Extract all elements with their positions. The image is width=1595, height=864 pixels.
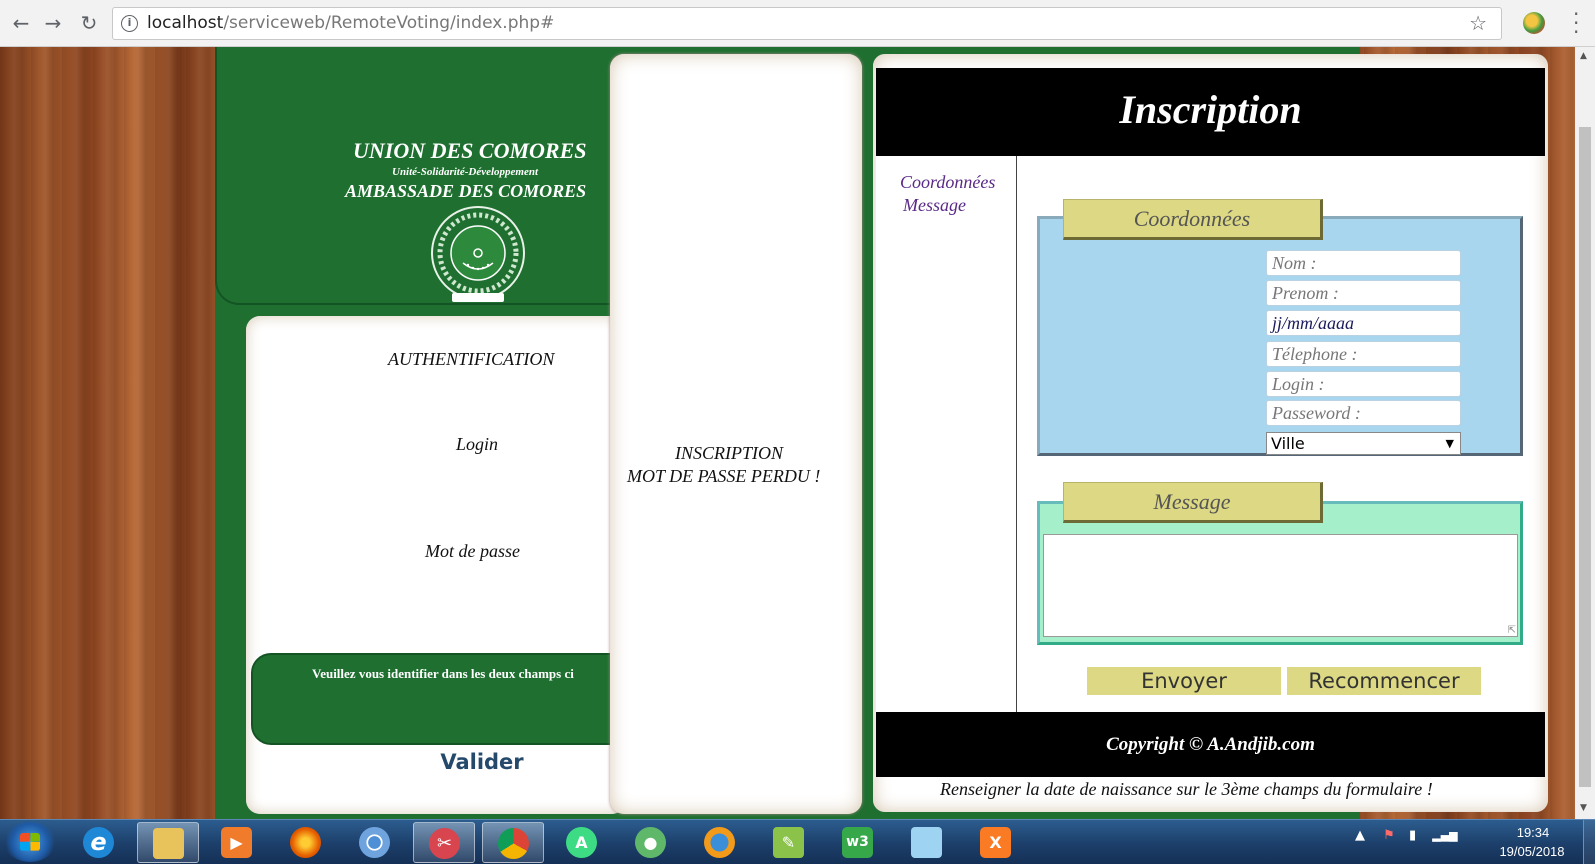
middle-card bbox=[610, 54, 862, 814]
city-select[interactable]: Ville ▼ bbox=[1266, 432, 1461, 455]
taskbar-item-notes[interactable] bbox=[896, 822, 958, 863]
arrow-right-icon[interactable]: → bbox=[40, 10, 66, 36]
birthdate-field[interactable]: jj/mm/aaaa bbox=[1266, 310, 1461, 336]
taskbar-item-android-studio[interactable]: A bbox=[551, 822, 613, 863]
chrome-icon bbox=[498, 828, 529, 859]
inscription-header: Inscription bbox=[876, 68, 1545, 156]
taskbar-item-maps[interactable]: ● bbox=[620, 822, 682, 863]
inscription-title: Inscription bbox=[1119, 87, 1302, 132]
arrow-left-icon[interactable]: ← bbox=[8, 10, 34, 36]
file-explorer-icon bbox=[153, 828, 184, 859]
auth-message: Veuillez vous identifier dans les deux c… bbox=[312, 666, 574, 681]
form-footer: Copyright © A.Andjib.com bbox=[876, 712, 1545, 777]
taskbar: e ▶ ✂ A ● ✎ w3 X ▲ ⚑ ▮ ▂▄▆ 19:34 19/05/2… bbox=[0, 819, 1595, 864]
taskbar-item-firefox[interactable] bbox=[275, 822, 337, 863]
start-button[interactable] bbox=[4, 822, 56, 862]
url-path: /serviceweb/RemoteVoting/index.php# bbox=[223, 13, 555, 33]
media-player-icon: ▶ bbox=[221, 827, 252, 858]
header-embassy: AMBASSADE DES COMORES bbox=[345, 181, 587, 201]
birthdate-note: Renseigner la date de naissance sur le 3… bbox=[940, 779, 1433, 799]
notepad-app-icon: ✎ bbox=[773, 827, 804, 858]
login-label: Login bbox=[456, 434, 499, 454]
extension-icon[interactable] bbox=[1523, 12, 1545, 34]
signal-icon[interactable]: ▂▄▆ bbox=[1432, 829, 1457, 842]
tray-expand-icon[interactable]: ▲ bbox=[1355, 828, 1365, 843]
taskbar-item-chrome[interactable] bbox=[482, 822, 544, 863]
form-side-nav: Coordonnées Message bbox=[876, 156, 1017, 712]
taskbar-item-globe[interactable] bbox=[689, 822, 751, 863]
forgot-password-link[interactable]: MOT DE PASSE PERDU ! bbox=[627, 466, 820, 487]
xampp-icon: X bbox=[980, 827, 1011, 858]
menu-dots-icon[interactable]: · · · bbox=[1573, 4, 1579, 42]
maps-app-icon: ● bbox=[635, 827, 666, 858]
browser-toolbar: ← → ↻ i localhost/serviceweb/RemoteVotin… bbox=[0, 0, 1595, 47]
header-motto: Unité-Solidarité-Développement bbox=[392, 166, 539, 178]
password-label: Mot de passe bbox=[425, 541, 520, 561]
side-link-message[interactable]: Message bbox=[903, 195, 966, 216]
star-icon[interactable]: ☆ bbox=[1469, 11, 1487, 35]
windows-logo-icon bbox=[20, 833, 40, 851]
firefox-icon bbox=[290, 827, 321, 858]
prenom-field[interactable]: Prenom : bbox=[1266, 280, 1461, 306]
telephone-field[interactable]: Télephone : bbox=[1266, 341, 1461, 367]
notes-app-icon bbox=[911, 827, 942, 858]
password-field[interactable]: Passeword : bbox=[1266, 400, 1461, 426]
auth-message-box: Veuillez vous identifier dans les deux c… bbox=[251, 653, 631, 745]
clock-date[interactable]: 19/05/2018 bbox=[1493, 844, 1571, 859]
taskbar-item-chromium[interactable] bbox=[344, 822, 406, 863]
clock-time[interactable]: 19:34 bbox=[1498, 825, 1568, 840]
android-studio-icon: A bbox=[566, 827, 597, 858]
scroll-down-icon[interactable]: ▼ bbox=[1580, 803, 1587, 813]
site-info-icon[interactable]: i bbox=[121, 15, 138, 32]
system-tray: ▲ ⚑ ▮ ▂▄▆ bbox=[1355, 828, 1458, 843]
taskbar-item-explorer[interactable] bbox=[137, 822, 199, 863]
coordonnees-legend: Coordonnées bbox=[1063, 199, 1323, 240]
comoros-seal-icon bbox=[431, 206, 525, 302]
chevron-down-icon: ▼ bbox=[1445, 437, 1454, 450]
show-desktop-button[interactable] bbox=[1583, 820, 1595, 864]
url-host: localhost bbox=[147, 13, 224, 33]
nom-field[interactable]: Nom : bbox=[1266, 250, 1461, 276]
taskbar-item-w3[interactable]: w3 bbox=[827, 822, 889, 863]
scrollbar-thumb[interactable] bbox=[1579, 127, 1591, 787]
reset-button[interactable]: Recommencer bbox=[1287, 667, 1481, 695]
taskbar-item-xampp[interactable]: X bbox=[965, 822, 1027, 863]
login-field[interactable]: Login : bbox=[1266, 371, 1461, 397]
inscription-link[interactable]: INSCRIPTION bbox=[675, 443, 783, 464]
taskbar-item-ie[interactable]: e bbox=[68, 822, 130, 863]
auth-title: AUTHENTIFICATION bbox=[388, 349, 555, 369]
send-button[interactable]: Envoyer bbox=[1087, 667, 1281, 695]
city-select-value: Ville bbox=[1271, 434, 1305, 453]
taskbar-item-snipping[interactable]: ✂ bbox=[413, 822, 475, 863]
page-scrollbar[interactable]: ▲ ▼ bbox=[1575, 47, 1595, 819]
taskbar-item-media[interactable]: ▶ bbox=[206, 822, 268, 863]
network-flag-icon[interactable]: ⚑ bbox=[1383, 828, 1395, 843]
url-text[interactable]: localhost/serviceweb/RemoteVoting/index.… bbox=[147, 13, 554, 33]
resize-grip-icon[interactable]: ⇱ bbox=[1508, 625, 1516, 636]
globe-app-icon bbox=[704, 827, 735, 858]
reload-icon[interactable]: ↻ bbox=[76, 10, 102, 36]
internet-explorer-icon: e bbox=[83, 827, 114, 858]
message-textarea[interactable]: ⇱ bbox=[1043, 534, 1518, 637]
address-bar[interactable]: i localhost/serviceweb/RemoteVoting/inde… bbox=[112, 7, 1502, 40]
header-title: UNION DES COMORES bbox=[353, 138, 587, 163]
w3-app-icon: w3 bbox=[842, 827, 873, 858]
scroll-up-icon[interactable]: ▲ bbox=[1580, 51, 1587, 61]
copyright-text: Copyright © A.Andjib.com bbox=[1106, 734, 1315, 755]
snipping-tool-icon: ✂ bbox=[429, 828, 460, 859]
side-link-coordonnees[interactable]: Coordonnées bbox=[900, 172, 995, 193]
valider-button[interactable]: Valider bbox=[384, 745, 580, 779]
chromium-icon bbox=[359, 827, 390, 858]
taskbar-item-notepad[interactable]: ✎ bbox=[758, 822, 820, 863]
battery-icon[interactable]: ▮ bbox=[1409, 828, 1416, 843]
message-legend: Message bbox=[1063, 482, 1323, 523]
